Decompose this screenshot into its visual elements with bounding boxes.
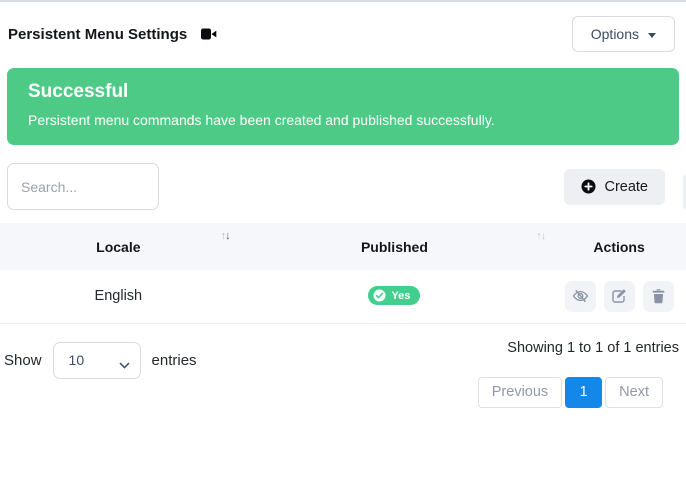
published-cell: Yes <box>237 270 553 323</box>
edit-icon <box>611 288 627 304</box>
check-circle-icon <box>373 289 386 302</box>
previous-page-button[interactable]: Previous <box>478 377 562 408</box>
table-row: English Yes <box>0 270 686 323</box>
create-button[interactable]: Create <box>564 169 665 205</box>
pagination: Previous 1 Next <box>478 377 663 408</box>
eye-slash-icon <box>572 288 589 304</box>
table-header-row: Locale ↑↓ Published ↑↓ Actions <box>0 223 686 270</box>
sort-icon[interactable]: ↑↓ <box>221 231 230 242</box>
success-alert: Successful Persistent menu commands have… <box>7 68 679 145</box>
page-size-select[interactable]: 10 <box>53 342 141 379</box>
locales-table: Locale ↑↓ Published ↑↓ Actions English <box>0 223 686 324</box>
options-button[interactable]: Options <box>572 16 675 52</box>
alert-title: Successful <box>28 81 658 103</box>
video-camera-icon <box>201 28 217 40</box>
locale-cell: English <box>0 270 237 323</box>
table-footer: Show 10 entries Showing 1 to 1 of 1 entr… <box>4 336 679 408</box>
showing-entries-text: Showing 1 to 1 of 1 entries <box>507 340 679 356</box>
page-title: Persistent Menu Settings <box>8 26 187 43</box>
sort-icon[interactable]: ↑↓ <box>536 231 545 242</box>
column-label: Published <box>361 239 428 255</box>
footer-right: Showing 1 to 1 of 1 entries Previous 1 N… <box>478 336 679 408</box>
show-label: Show <box>4 352 42 369</box>
page-size-control: Show 10 entries <box>4 342 197 379</box>
alert-message: Persistent menu commands have been creat… <box>28 112 658 128</box>
published-badge: Yes <box>368 286 420 305</box>
unpublish-button[interactable] <box>565 281 596 312</box>
next-page-button[interactable]: Next <box>605 377 663 408</box>
options-button-label: Options <box>591 26 639 42</box>
trash-icon <box>651 288 666 304</box>
page-header: Persistent Menu Settings Options <box>0 2 686 66</box>
column-header-actions: Actions <box>552 223 686 270</box>
column-header-published[interactable]: Published ↑↓ <box>237 223 553 270</box>
column-label: Locale <box>96 239 140 255</box>
column-header-locale[interactable]: Locale ↑↓ <box>0 223 237 270</box>
search-input[interactable] <box>7 163 159 210</box>
column-label: Actions <box>593 239 644 255</box>
edit-button[interactable] <box>604 281 635 312</box>
page-size-select-wrap: 10 <box>53 342 141 379</box>
delete-button[interactable] <box>643 281 674 312</box>
entries-label: entries <box>152 352 197 369</box>
caret-down-icon <box>648 33 656 38</box>
page-1-button[interactable]: 1 <box>565 377 602 408</box>
published-badge-label: Yes <box>391 290 410 302</box>
create-button-label: Create <box>604 179 648 195</box>
table-toolbar: Create <box>7 163 679 210</box>
actions-cell <box>552 270 686 323</box>
plus-circle-icon <box>581 179 596 194</box>
title-wrap: Persistent Menu Settings <box>8 26 217 43</box>
